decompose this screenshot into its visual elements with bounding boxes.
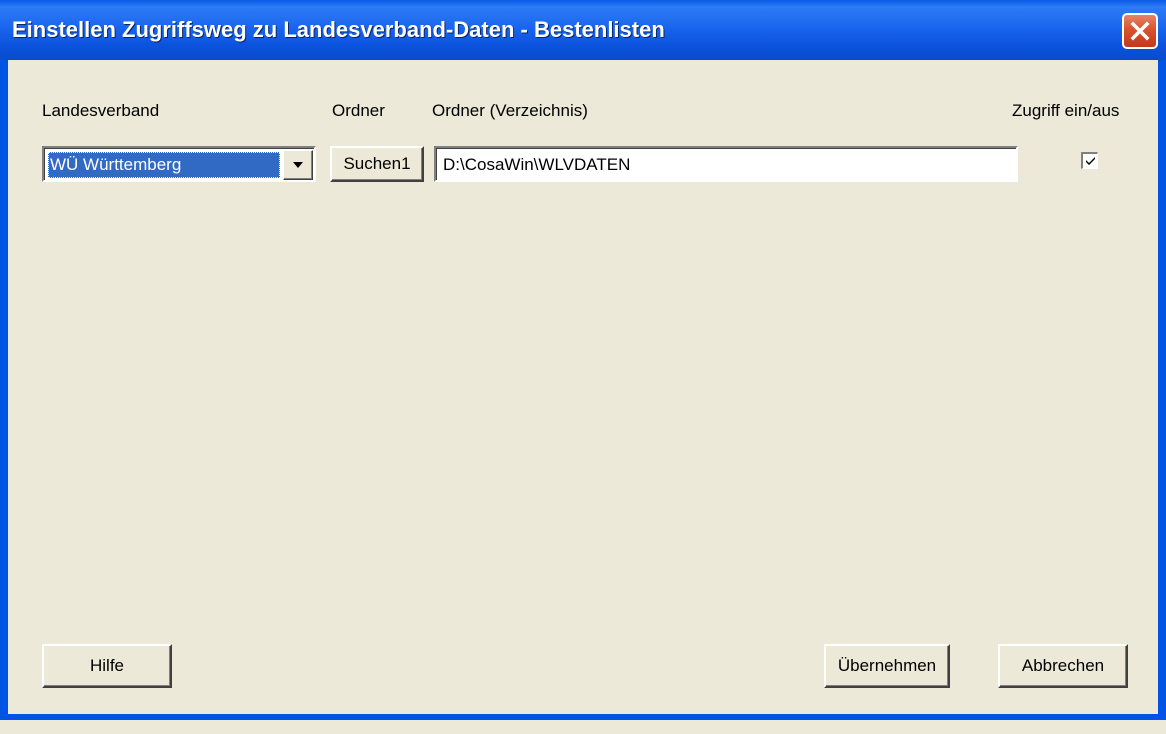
dialog-client-area: Landesverband Ordner Ordner (Verzeichnis… [8,60,1158,714]
apply-button[interactable]: Übernehmen [824,644,950,688]
close-button[interactable] [1122,13,1158,49]
cancel-button[interactable]: Abbrechen [998,644,1128,688]
help-button[interactable]: Hilfe [42,644,172,688]
search-folder-button[interactable]: Suchen1 [330,146,424,182]
landesverband-dropdown[interactable]: WÜ Württemberg [42,146,316,182]
checkmark-icon [1085,157,1095,165]
folder-path-field[interactable] [434,146,1018,182]
column-header-zugriff: Zugriff ein/aus [1012,101,1120,120]
title-bar[interactable]: Einstellen Zugriffsweg zu Landesverband-… [0,0,1166,60]
chevron-down-icon [293,162,303,168]
folder-path-input[interactable] [436,148,1016,180]
close-icon [1130,21,1150,41]
column-header-ordner: Ordner [332,101,385,120]
landesverband-selected-value[interactable]: WÜ Württemberg [48,152,280,178]
dropdown-frame: WÜ Württemberg [44,148,314,180]
column-header-ordner-verzeichnis: Ordner (Verzeichnis) [432,101,588,120]
column-header-landesverband: Landesverband [42,101,160,120]
access-toggle-checkbox[interactable] [1081,152,1098,169]
dropdown-arrow-button[interactable] [283,150,313,180]
window-title: Einstellen Zugriffsweg zu Landesverband-… [12,17,665,42]
dialog-window: Einstellen Zugriffsweg zu Landesverband-… [0,0,1166,720]
